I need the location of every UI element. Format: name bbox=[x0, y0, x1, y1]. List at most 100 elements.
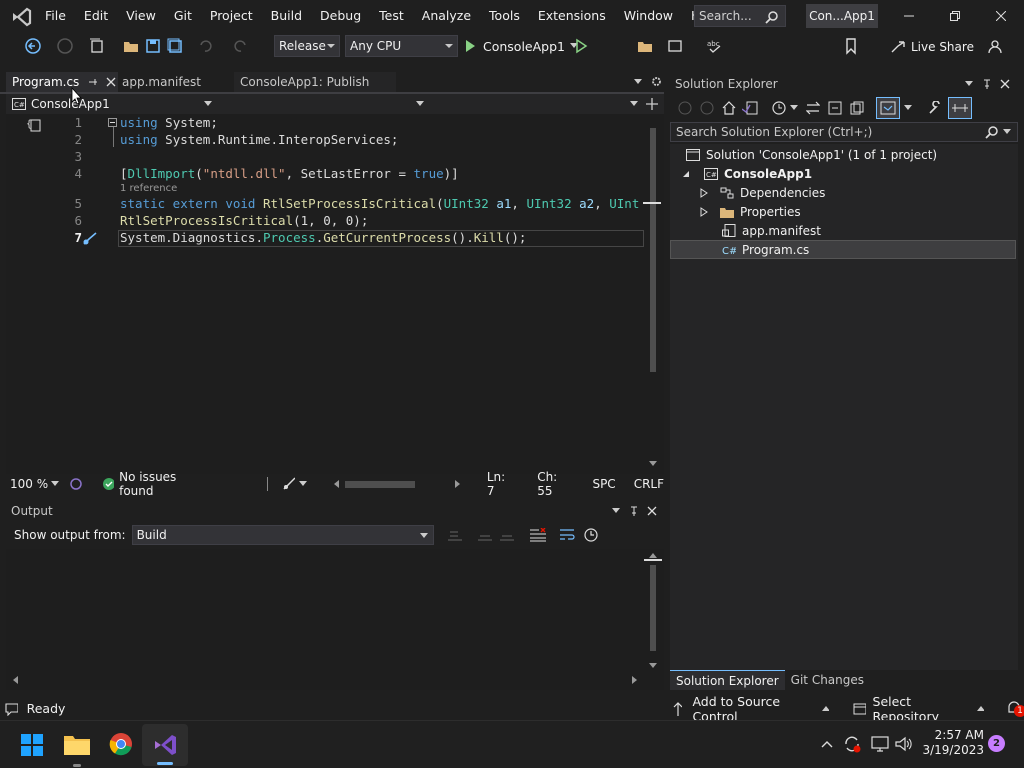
select-repository[interactable]: Select Repository bbox=[873, 694, 971, 724]
back-icon[interactable] bbox=[678, 101, 692, 115]
redo-icon[interactable] bbox=[232, 37, 250, 55]
tree-dependencies-node[interactable]: Dependencies bbox=[700, 183, 825, 202]
close-tab-icon[interactable] bbox=[106, 77, 116, 87]
switch-views-icon[interactable] bbox=[742, 101, 758, 115]
menu-build[interactable]: Build bbox=[262, 0, 311, 32]
settings-icon[interactable] bbox=[651, 76, 662, 87]
new-project-icon[interactable] bbox=[88, 37, 106, 55]
search-box[interactable]: Search... bbox=[694, 5, 786, 27]
project-dropdown[interactable]: C# ConsoleApp1 bbox=[6, 94, 216, 114]
windows-start-icon[interactable] bbox=[21, 734, 43, 756]
zoom-dropdown[interactable]: 100 % bbox=[6, 477, 63, 491]
chevron-down-icon[interactable] bbox=[1003, 129, 1011, 135]
scroll-left-icon[interactable] bbox=[333, 480, 339, 488]
navigate-back-icon[interactable] bbox=[24, 37, 42, 55]
intellicode-icon[interactable] bbox=[69, 477, 83, 491]
tab-overflow-icon[interactable] bbox=[634, 79, 642, 85]
menu-git[interactable]: Git bbox=[165, 0, 201, 32]
code-line[interactable]: RtlSetProcessIsCritical(1, 0, 0); bbox=[120, 213, 368, 228]
tab-publish[interactable]: ConsoleApp1: Publish bbox=[234, 72, 396, 92]
chevron-down-icon[interactable] bbox=[790, 105, 798, 111]
scroll-up-icon[interactable] bbox=[649, 553, 657, 559]
close-icon[interactable] bbox=[647, 506, 657, 516]
menu-window[interactable]: Window bbox=[615, 0, 682, 32]
scroll-down-icon[interactable] bbox=[649, 461, 657, 467]
code-line[interactable]: System.Diagnostics.Process.GetCurrentPro… bbox=[120, 230, 526, 245]
menu-file[interactable]: File bbox=[36, 0, 75, 32]
editor-vertical-scrollbar[interactable] bbox=[643, 116, 661, 472]
collapse-all-icon[interactable] bbox=[828, 101, 842, 115]
network-icon[interactable] bbox=[871, 736, 889, 752]
start-without-debugging-icon[interactable] bbox=[572, 37, 590, 55]
start-debugging-button[interactable]: ConsoleApp1 bbox=[462, 36, 578, 56]
issues-status[interactable]: No issues found bbox=[119, 470, 210, 498]
whitespace-mode[interactable]: SPC bbox=[592, 477, 615, 491]
code-line[interactable]: using System; bbox=[120, 115, 218, 130]
chevron-down-icon[interactable] bbox=[965, 81, 973, 87]
menu-tools[interactable]: Tools bbox=[480, 0, 529, 32]
code-cleanup-brush-icon[interactable] bbox=[282, 477, 296, 491]
chrome-icon[interactable] bbox=[109, 732, 133, 756]
pin-icon[interactable] bbox=[629, 506, 639, 516]
account-feedback-icon[interactable] bbox=[986, 37, 1004, 55]
open-folder-icon[interactable] bbox=[122, 37, 140, 55]
undo-icon[interactable] bbox=[196, 37, 214, 55]
sync-alert-icon[interactable] bbox=[843, 735, 861, 753]
close-window-button[interactable] bbox=[978, 0, 1024, 32]
menu-project[interactable]: Project bbox=[201, 0, 262, 32]
chevron-down-icon[interactable] bbox=[299, 481, 307, 487]
menu-extensions[interactable]: Extensions bbox=[529, 0, 615, 32]
menu-test[interactable]: Test bbox=[370, 0, 413, 32]
notification-center-badge[interactable]: 2 bbox=[988, 735, 1005, 752]
collapse-region-icon[interactable] bbox=[108, 118, 117, 127]
output-source-dropdown[interactable]: Build bbox=[131, 525, 434, 545]
solution-search-box[interactable]: Search Solution Explorer (Ctrl+;) bbox=[670, 122, 1018, 142]
code-line[interactable]: static extern void RtlSetProcessIsCritic… bbox=[120, 196, 639, 211]
save-all-icon[interactable] bbox=[166, 37, 184, 55]
menu-debug[interactable]: Debug bbox=[311, 0, 370, 32]
close-icon[interactable] bbox=[1000, 79, 1010, 89]
timestamp-clock-icon[interactable] bbox=[583, 528, 598, 542]
split-window-icon[interactable] bbox=[646, 98, 658, 110]
layout-icon[interactable] bbox=[666, 37, 684, 55]
solution-folder-icon[interactable] bbox=[636, 37, 654, 55]
find-message-icon[interactable] bbox=[447, 529, 462, 541]
sync-active-document-icon[interactable] bbox=[806, 101, 820, 115]
expanded-arrow-icon[interactable] bbox=[682, 170, 690, 178]
column-position[interactable]: Ch: 55 bbox=[537, 470, 574, 498]
show-all-files-icon[interactable] bbox=[850, 101, 864, 115]
line-ending[interactable]: CRLF bbox=[634, 477, 664, 491]
codelens-references[interactable]: 1 reference bbox=[120, 183, 177, 194]
tab-program-cs[interactable]: Program.cs bbox=[6, 72, 118, 92]
collapsed-arrow-icon[interactable] bbox=[700, 206, 708, 217]
tree-properties-node[interactable]: Properties bbox=[700, 202, 801, 221]
chevron-up-icon[interactable] bbox=[821, 705, 829, 712]
tree-program-node[interactable]: C# Program.cs bbox=[670, 240, 1016, 259]
tab-solution-explorer[interactable]: Solution Explorer bbox=[670, 670, 785, 690]
previous-message-icon[interactable] bbox=[477, 529, 492, 541]
add-to-source-control[interactable]: Add to Source Control bbox=[692, 694, 815, 724]
notifications-button[interactable]: 1 bbox=[1006, 700, 1024, 718]
scroll-left-icon[interactable] bbox=[12, 676, 18, 684]
output-window-icon[interactable] bbox=[5, 702, 18, 716]
quick-actions-brush-icon[interactable] bbox=[82, 232, 98, 246]
preview-toggle[interactable] bbox=[948, 97, 972, 119]
horizontal-scroll-thumb[interactable] bbox=[344, 480, 416, 488]
chevron-down-icon[interactable] bbox=[612, 508, 620, 514]
minimize-button[interactable] bbox=[886, 0, 932, 32]
pin-icon[interactable] bbox=[982, 79, 992, 89]
scroll-right-icon[interactable] bbox=[632, 676, 638, 684]
tab-app-manifest[interactable]: app.manifest bbox=[116, 72, 232, 92]
output-scroll-thumb[interactable] bbox=[650, 565, 656, 651]
bookmark-icon[interactable] bbox=[842, 37, 860, 55]
output-text-area[interactable] bbox=[6, 549, 664, 690]
file-explorer-icon[interactable] bbox=[64, 733, 90, 755]
chevron-down-icon[interactable] bbox=[904, 105, 912, 111]
code-line[interactable]: [DllImport("ntdll.dll", SetLastError = t… bbox=[120, 166, 459, 181]
scroll-down-icon[interactable] bbox=[649, 663, 657, 669]
preview-selected-items-toggle[interactable] bbox=[876, 97, 900, 119]
home-icon[interactable] bbox=[722, 101, 736, 115]
maximize-button[interactable] bbox=[932, 0, 978, 32]
tree-solution-node[interactable]: Solution 'ConsoleApp1' (1 of 1 project) bbox=[686, 145, 937, 164]
menu-analyze[interactable]: Analyze bbox=[413, 0, 480, 32]
